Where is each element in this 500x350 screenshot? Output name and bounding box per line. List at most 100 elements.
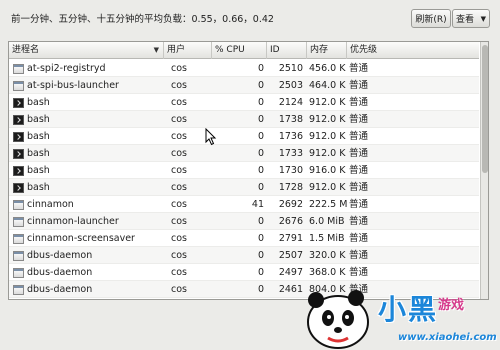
priority-cell: 普通	[349, 80, 369, 91]
process-name: bash	[27, 182, 50, 193]
process-name: dbus-daemon	[27, 267, 93, 278]
memory-cell: 912.0 K	[309, 114, 346, 125]
cpu-cell: 0	[257, 182, 264, 193]
table-row[interactable]: at-spi2-registryd cos 0 2510 456.0 K 普通	[9, 60, 479, 77]
cpu-cell: 0	[257, 165, 264, 176]
cpu-cell: 0	[257, 80, 264, 91]
memory-cell: 320.0 K	[309, 250, 346, 261]
column-header-memory[interactable]: 内存	[307, 42, 347, 59]
memory-cell: 916.0 K	[309, 165, 346, 176]
cpu-cell: 0	[257, 233, 264, 244]
table-row[interactable]: cinnamon-launcher cos 0 2676 6.0 MiB 普通	[9, 213, 479, 230]
cpu-cell: 0	[257, 284, 264, 295]
terminal-icon	[13, 183, 24, 193]
column-header-id[interactable]: ID	[267, 42, 307, 59]
priority-cell: 普通	[349, 165, 369, 176]
terminal-icon	[13, 166, 24, 176]
table-row[interactable]: bash cos 0 1733 912.0 K 普通	[9, 145, 479, 162]
watermark-logo-text: 小黑	[378, 293, 439, 326]
table-row[interactable]: bash cos 0 2124 912.0 K 普通	[9, 94, 479, 111]
column-header-cpu[interactable]: % CPU	[212, 42, 267, 59]
process-name: at-spi2-registryd	[27, 63, 106, 74]
process-name: bash	[27, 148, 50, 159]
chevron-down-icon: ▼	[480, 15, 486, 23]
refresh-button[interactable]: 刷新(R)	[411, 9, 451, 28]
pid-cell: 1736	[278, 131, 303, 142]
pid-cell: 1730	[278, 165, 303, 176]
sort-descending-icon: ▼	[153, 46, 159, 54]
process-name: cinnamon-screensaver	[27, 233, 135, 244]
memory-cell: 912.0 K	[309, 131, 346, 142]
process-name: cinnamon	[27, 199, 74, 210]
watermark-url: www.xiaohei.com	[398, 332, 497, 343]
pid-cell: 2497	[278, 267, 303, 278]
view-dropdown-button[interactable]: 查看 ▼	[452, 9, 490, 28]
process-table[interactable]: 进程名 ▼ 用户 % CPU ID 内存 优先级 at-spi2-registr…	[8, 41, 489, 300]
priority-cell: 普通	[349, 63, 369, 74]
table-row[interactable]: dbus-daemon cos 0 2497 368.0 K 普通	[9, 264, 479, 281]
user-cell: cos	[171, 199, 187, 210]
cpu-cell: 0	[257, 250, 264, 261]
table-header: 进程名 ▼ 用户 % CPU ID 内存 优先级	[9, 42, 479, 59]
user-cell: cos	[171, 165, 187, 176]
user-cell: cos	[171, 148, 187, 159]
user-cell: cos	[171, 182, 187, 193]
memory-cell: 1.5 MiB	[309, 233, 345, 244]
cpu-cell: 41	[251, 199, 264, 210]
application-icon	[13, 81, 24, 91]
panda-mascot-icon	[307, 290, 369, 349]
priority-cell: 普通	[349, 199, 369, 210]
cpu-cell: 0	[257, 131, 264, 142]
pid-cell: 1733	[278, 148, 303, 159]
pid-cell: 1728	[278, 182, 303, 193]
table-row[interactable]: bash cos 0 1738 912.0 K 普通	[9, 111, 479, 128]
view-button-label: 查看	[456, 15, 475, 25]
memory-cell: 912.0 K	[309, 182, 346, 193]
watermark-logo: 小黑 游戏 www.xiaohei.com	[298, 282, 500, 350]
application-icon	[13, 268, 24, 278]
process-name: dbus-daemon	[27, 250, 93, 261]
memory-cell: 368.0 K	[309, 267, 346, 278]
application-icon	[13, 217, 24, 227]
table-row[interactable]: bash cos 0 1728 912.0 K 普通	[9, 179, 479, 196]
column-header-priority[interactable]: 优先级	[347, 42, 479, 59]
terminal-icon	[13, 115, 24, 125]
vertical-scrollbar[interactable]	[480, 42, 488, 299]
load-average-label: 前一分钟、五分钟、十五分钟的平均负载：0.55，0.66，0.42	[11, 14, 274, 25]
scrollbar-thumb[interactable]	[482, 45, 488, 173]
pid-cell: 2692	[278, 199, 303, 210]
process-name: bash	[27, 114, 50, 125]
pid-cell: 2791	[278, 233, 303, 244]
process-name: bash	[27, 165, 50, 176]
column-header-label: 进程名	[12, 45, 40, 55]
process-name: bash	[27, 131, 50, 142]
memory-cell: 912.0 K	[309, 148, 346, 159]
process-name: bash	[27, 97, 50, 108]
pid-cell: 2124	[278, 97, 303, 108]
table-row[interactable]: cinnamon-screensaver cos 0 2791 1.5 MiB 普通	[9, 230, 479, 247]
table-row[interactable]: at-spi-bus-launcher cos 0 2503 464.0 K 普通	[9, 77, 479, 94]
memory-cell: 912.0 K	[309, 97, 346, 108]
pid-cell: 1738	[278, 114, 303, 125]
pid-cell: 2510	[278, 63, 303, 74]
cpu-cell: 0	[257, 148, 264, 159]
table-row[interactable]: bash cos 0 1736 912.0 K 普通	[9, 128, 479, 145]
user-cell: cos	[171, 63, 187, 74]
column-header-process-name[interactable]: 进程名 ▼	[9, 42, 164, 59]
application-icon	[13, 64, 24, 74]
pid-cell: 2507	[278, 250, 303, 261]
priority-cell: 普通	[349, 216, 369, 227]
table-row[interactable]: bash cos 0 1730 916.0 K 普通	[9, 162, 479, 179]
memory-cell: 464.0 K	[309, 80, 346, 91]
cpu-cell: 0	[257, 63, 264, 74]
table-row[interactable]: dbus-daemon cos 0 2507 320.0 K 普通	[9, 247, 479, 264]
priority-cell: 普通	[349, 182, 369, 193]
user-cell: cos	[171, 80, 187, 91]
terminal-icon	[13, 132, 24, 142]
table-row[interactable]: cinnamon cos 41 2692 222.5 M 普通	[9, 196, 479, 213]
priority-cell: 普通	[349, 267, 369, 278]
application-icon	[13, 234, 24, 244]
priority-cell: 普通	[349, 250, 369, 261]
column-header-user[interactable]: 用户	[164, 42, 212, 59]
user-cell: cos	[171, 284, 187, 295]
